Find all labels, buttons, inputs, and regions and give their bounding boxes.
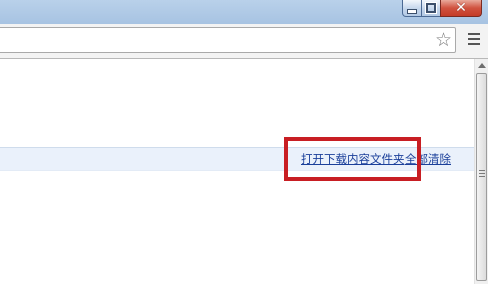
minimize-icon	[407, 8, 417, 14]
address-bar[interactable]: ☆	[0, 27, 456, 53]
restore-button[interactable]	[421, 0, 441, 17]
bookmark-star-icon[interactable]: ☆	[435, 30, 452, 50]
restore-icon	[425, 2, 437, 14]
window-titlebar: ✕	[0, 0, 488, 24]
close-icon: ✕	[455, 0, 467, 16]
scroll-up-arrow-icon[interactable]	[478, 63, 486, 68]
vertical-scrollbar[interactable]	[474, 59, 488, 284]
scrollbar-grip-icon	[479, 170, 485, 179]
hamburger-menu-icon[interactable]	[468, 33, 480, 47]
minimize-button[interactable]	[402, 0, 422, 17]
close-button[interactable]: ✕	[440, 0, 482, 17]
browser-toolbar: ☆	[0, 24, 488, 59]
window-controls: ✕	[402, 0, 482, 17]
scrollbar-thumb[interactable]	[476, 73, 487, 281]
red-highlight-annotation	[284, 137, 421, 181]
